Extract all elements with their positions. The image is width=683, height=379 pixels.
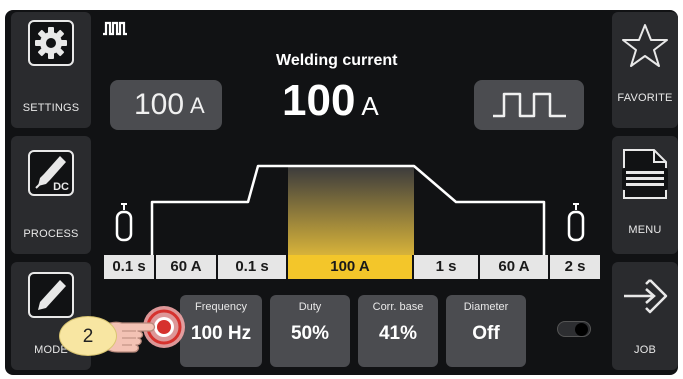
- timeline-welding-current[interactable]: 100 A: [288, 255, 414, 279]
- menu-label: MENU: [628, 224, 662, 236]
- toggle-knob: [575, 323, 588, 336]
- duty-value: 50%: [290, 323, 330, 344]
- arrow-diamond-icon: [620, 276, 670, 316]
- timeline-downslope-time[interactable]: 1 s: [414, 255, 480, 279]
- timeline-pre-gas-time[interactable]: 0.1 s: [104, 255, 156, 279]
- dc-text: DC: [53, 181, 69, 193]
- duty-label: Duty: [298, 301, 322, 313]
- weld-cycle-timeline: 0.1 s 60 A 0.1 s 100 A 1 s 60 A 2 s: [104, 255, 600, 279]
- document-menu-icon: [618, 146, 672, 202]
- timeline-upslope-time[interactable]: 0.1 s: [218, 255, 288, 279]
- current-value-display: 100 A: [282, 76, 379, 126]
- settings-label: SETTINGS: [22, 102, 80, 114]
- frequency-value: 100 Hz: [190, 323, 252, 344]
- current-unit: A: [361, 91, 379, 121]
- corr-base-label: Corr. base: [372, 301, 424, 313]
- current-value: 100: [282, 76, 356, 125]
- favorite-label: FAVORITE: [617, 92, 673, 104]
- frequency-label: Frequency: [195, 301, 247, 313]
- timeline-post-gas-time[interactable]: 2 s: [550, 255, 600, 279]
- page-title: Welding current: [276, 52, 398, 69]
- setpoint-unit: A: [190, 93, 205, 118]
- frequency-param-button[interactable]: Frequency 100 Hz: [180, 295, 262, 367]
- diameter-value: Off: [472, 323, 500, 344]
- duty-param-button[interactable]: Duty 50%: [270, 295, 350, 367]
- torch-dc-icon: DC: [28, 150, 74, 196]
- post-gas-icon: [566, 202, 586, 242]
- process-button[interactable]: DC PROCESS: [11, 136, 91, 254]
- job-label: JOB: [634, 344, 656, 356]
- corr-base-value: 41%: [378, 323, 418, 344]
- diameter-param-button[interactable]: Diameter Off: [446, 295, 526, 367]
- menu-button[interactable]: MENU: [612, 136, 678, 254]
- timeline-start-current[interactable]: 60 A: [156, 255, 218, 279]
- waveform-button[interactable]: [474, 80, 584, 130]
- star-icon: [620, 22, 670, 70]
- job-button[interactable]: JOB: [612, 262, 678, 370]
- setpoint-value: 100: [134, 88, 185, 121]
- pen-icon: [28, 272, 74, 318]
- pulse-waveform-icon: [490, 88, 570, 122]
- settings-button[interactable]: SETTINGS: [11, 12, 91, 128]
- weld-cycle-diagram: [150, 164, 546, 256]
- process-label: PROCESS: [23, 228, 79, 240]
- current-setpoint-button[interactable]: 100 A: [110, 80, 222, 130]
- step-number-badge: 2: [59, 316, 117, 356]
- gear-icon: [28, 20, 74, 66]
- pre-gas-icon: [114, 202, 134, 242]
- timeline-end-current[interactable]: 60 A: [480, 255, 550, 279]
- diameter-label: Diameter: [463, 301, 509, 313]
- toggle-switch[interactable]: [557, 321, 591, 337]
- favorite-button[interactable]: FAVORITE: [612, 12, 678, 128]
- corr-base-param-button[interactable]: Corr. base 41%: [358, 295, 438, 367]
- pulse-mode-icon: [102, 20, 128, 36]
